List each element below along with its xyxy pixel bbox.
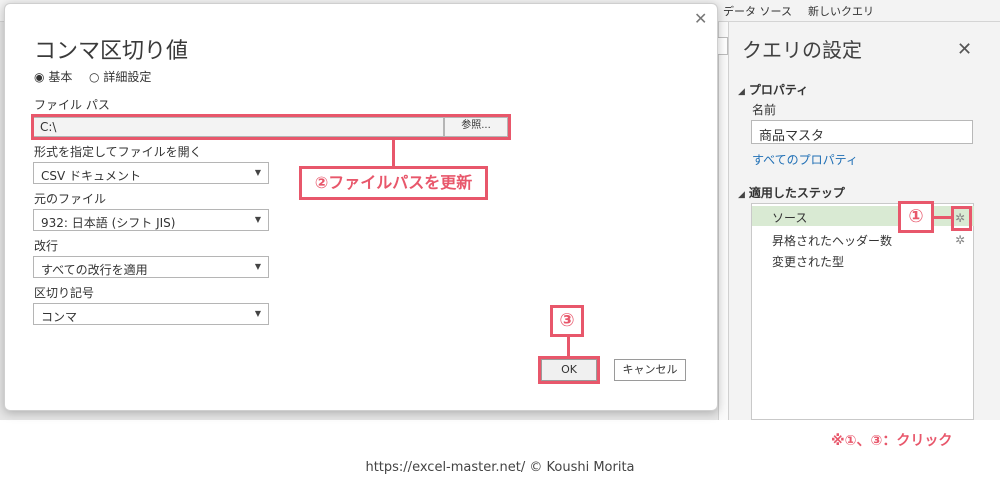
cancel-button[interactable]: キャンセル: [614, 359, 686, 381]
collapse-triangle-icon: ◢: [738, 190, 745, 200]
format-label: 形式を指定してファイルを開く: [34, 145, 202, 159]
delimiter-label: 区切り記号: [34, 286, 95, 300]
properties-header-label: プロパティ: [748, 83, 809, 97]
query-name-input[interactable]: 商品マスタ: [751, 120, 973, 144]
annotation-footnote: ※①、③：クリック: [831, 433, 953, 449]
annotation-step3-label: ③: [550, 305, 584, 337]
annotation-step1-label: ①: [898, 201, 934, 233]
annotation-step2-label: ②ファイルパスを更新: [299, 166, 488, 200]
mode-advanced-radio[interactable]: ○ 詳細設定: [89, 68, 151, 85]
delimiter-select[interactable]: コンマ ▼: [33, 303, 269, 325]
step-changed-type-label[interactable]: 変更された型: [772, 253, 844, 270]
chevron-down-icon: ▼: [254, 215, 261, 224]
collapse-triangle-icon: ◢: [738, 87, 745, 97]
chevron-down-icon: ▼: [254, 262, 261, 271]
annotation-gear-highlight: [951, 206, 972, 231]
radio-selected-icon: ◉: [34, 70, 45, 84]
properties-section-header[interactable]: ◢ プロパティ: [738, 81, 808, 98]
mode-basic-label: 基本: [48, 70, 73, 84]
origin-select[interactable]: 932: 日本語 (シフト JIS) ▼: [33, 209, 269, 231]
radio-empty-icon: ○: [89, 70, 100, 84]
file-path-label: ファイル パス: [34, 98, 110, 112]
linebreak-value: すべての改行を適用: [41, 263, 148, 277]
delimiter-value: コンマ: [41, 310, 78, 324]
format-value: CSV ドキュメント: [41, 169, 142, 183]
ribbon-tab-data-source[interactable]: データ ソース: [723, 3, 792, 19]
chevron-down-icon: ▼: [254, 309, 261, 318]
chevron-down-icon: ▼: [254, 168, 261, 177]
name-label: 名前: [752, 103, 777, 117]
query-settings-title: クエリの設定: [742, 38, 862, 62]
linebreak-select[interactable]: すべての改行を適用 ▼: [33, 256, 269, 278]
origin-value: 932: 日本語 (シフト JIS): [41, 216, 176, 230]
dialog-title: コンマ区切り値: [34, 39, 189, 64]
annotation-ok-highlight: [538, 356, 600, 384]
annotation-file-path-highlight: [31, 114, 511, 140]
applied-steps-section-header[interactable]: ◢ 適用したステップ: [738, 184, 845, 201]
mode-basic-radio[interactable]: ◉ 基本: [34, 68, 72, 85]
annotation-connector-line: [567, 336, 570, 356]
ribbon-tab-new-query[interactable]: 新しいクエリ: [808, 3, 874, 19]
editor-area: [718, 22, 728, 420]
credit-text: https://excel-master.net/ © Koushi Morit…: [365, 460, 635, 475]
step-source-label[interactable]: ソース: [772, 209, 807, 226]
applied-steps-header-label: 適用したステップ: [748, 186, 845, 200]
step-settings-gear-icon[interactable]: ✲: [955, 233, 965, 247]
format-select[interactable]: CSV ドキュメント ▼: [33, 162, 269, 184]
annotation-connector-line: [392, 140, 395, 166]
origin-label: 元のファイル: [34, 192, 107, 206]
all-properties-link[interactable]: すべてのプロパティ: [752, 151, 858, 168]
linebreak-label: 改行: [34, 239, 59, 253]
dialog-close-icon[interactable]: ✕: [694, 9, 707, 28]
annotation-connector-line: [934, 216, 951, 219]
step-promoted-headers-label[interactable]: 昇格されたヘッダー数: [772, 232, 892, 249]
close-icon[interactable]: ✕: [957, 40, 972, 60]
mode-advanced-label: 詳細設定: [103, 70, 152, 84]
